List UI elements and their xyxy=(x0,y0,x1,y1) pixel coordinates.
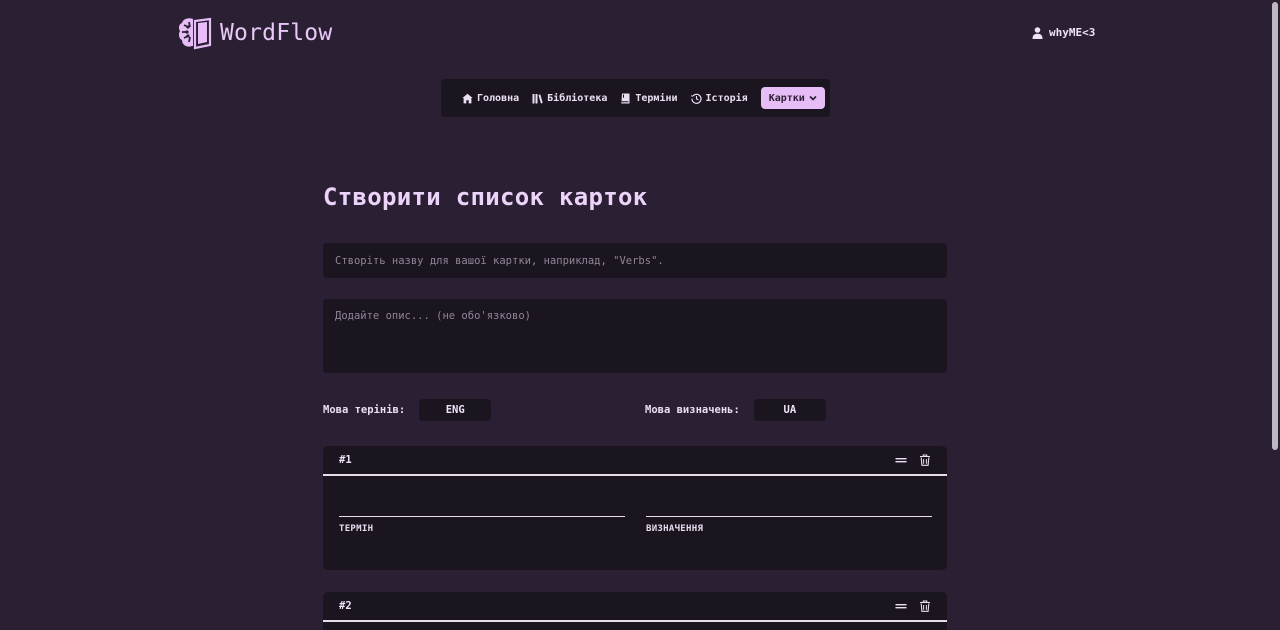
nav-item-home[interactable]: Головна xyxy=(462,93,519,104)
bookmark-icon xyxy=(621,93,630,103)
term-language-select[interactable]: ENG xyxy=(419,399,492,421)
trash-icon[interactable] xyxy=(919,454,931,466)
card-number: #1 xyxy=(339,454,352,466)
card-number: #2 xyxy=(339,600,352,612)
card-header: #1 xyxy=(323,446,947,476)
logo[interactable]: WordFlow xyxy=(178,15,332,51)
nav-item-cards[interactable]: Картки xyxy=(760,87,825,109)
nav-item-label: Терміни xyxy=(635,92,678,104)
card-actions xyxy=(895,454,931,466)
drag-handle-icon[interactable] xyxy=(895,600,907,612)
card-actions xyxy=(895,600,931,612)
user-icon xyxy=(1032,26,1043,39)
home-icon xyxy=(462,93,473,103)
card-list-description-input[interactable] xyxy=(323,299,947,373)
card-item: #1 ТЕРМІН ВИЗНАЧЕННЯ xyxy=(323,446,947,570)
history-icon xyxy=(690,93,702,104)
nav-item-history[interactable]: Історія xyxy=(690,92,748,104)
term-input[interactable] xyxy=(339,516,625,517)
definition-language-row: Мова визначень: UA xyxy=(645,399,826,421)
trash-icon[interactable] xyxy=(919,600,931,612)
term-label: ТЕРМІН xyxy=(339,524,374,534)
page: WordFlow whyME<3 Головна Бібліотека Терм… xyxy=(0,0,1270,630)
page-title: Створити список карток xyxy=(323,183,648,211)
card-item: #2 xyxy=(323,592,947,630)
card-list-name-input[interactable] xyxy=(323,243,947,278)
nav-item-label: Картки xyxy=(768,92,805,104)
nav-item-label: Бібліотека xyxy=(547,92,608,104)
chevron-down-icon xyxy=(809,95,817,101)
user-menu[interactable]: whyME<3 xyxy=(1032,26,1095,39)
definition-label: ВИЗНАЧЕННЯ xyxy=(646,524,704,534)
nav-item-label: Історія xyxy=(705,92,748,104)
app-name: WordFlow xyxy=(220,20,333,46)
definition-input[interactable] xyxy=(646,516,932,517)
definition-language-select[interactable]: UA xyxy=(753,399,826,421)
main-nav: Головна Бібліотека Терміни Історія Картк… xyxy=(441,79,830,117)
card-header: #2 xyxy=(323,592,947,622)
scrollbar-thumb[interactable] xyxy=(1272,2,1278,450)
definition-language-label: Мова визначень: xyxy=(645,404,740,416)
library-icon xyxy=(532,93,543,103)
user-name: whyME<3 xyxy=(1049,26,1096,39)
card-body: ТЕРМІН ВИЗНАЧЕННЯ xyxy=(323,476,947,570)
term-language-label: Мова терінів: xyxy=(323,404,406,416)
page-scrollbar[interactable] xyxy=(1270,0,1280,630)
nav-item-library[interactable]: Бібліотека xyxy=(532,93,607,104)
term-language-row: Мова терінів: ENG xyxy=(323,399,492,421)
nav-item-label: Головна xyxy=(477,92,520,104)
brain-book-icon xyxy=(178,17,212,50)
drag-handle-icon[interactable] xyxy=(895,454,907,466)
nav-item-terms[interactable]: Терміни xyxy=(620,92,678,104)
